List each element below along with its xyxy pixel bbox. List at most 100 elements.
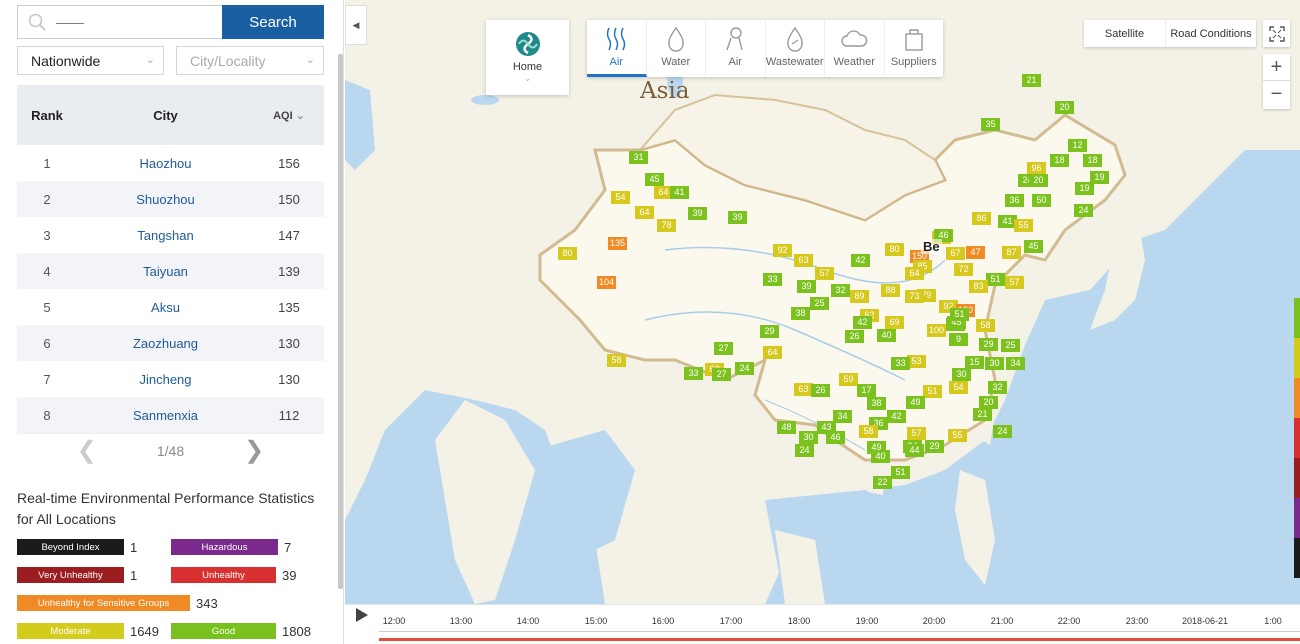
table-row[interactable]: 6 Zaozhuang 130 — [17, 325, 324, 361]
aqi-marker[interactable]: 135 — [608, 237, 628, 250]
aqi-marker[interactable]: 57 — [1005, 276, 1024, 289]
aqi-marker[interactable]: 42 — [887, 410, 906, 423]
tab-weather[interactable]: Weather — [825, 20, 885, 77]
satellite-button[interactable]: Satellite — [1084, 20, 1166, 47]
aqi-marker[interactable]: 46 — [826, 431, 845, 444]
aqi-marker[interactable]: 29 — [925, 440, 944, 453]
aqi-marker[interactable]: 36 — [1005, 194, 1024, 207]
city-link[interactable]: Aksu — [77, 300, 254, 315]
fullscreen-button[interactable] — [1263, 20, 1290, 47]
aqi-marker[interactable]: 87 — [1002, 246, 1021, 259]
aqi-marker[interactable]: 64 — [635, 206, 654, 219]
aqi-marker[interactable]: 86 — [972, 212, 991, 225]
aqi-marker[interactable]: 58 — [976, 319, 995, 332]
aqi-marker[interactable]: 83 — [969, 280, 988, 293]
sidebar-scrollbar[interactable] — [338, 54, 343, 589]
aqi-marker[interactable]: 39 — [688, 207, 707, 220]
aqi-marker[interactable]: 35 — [981, 118, 1000, 131]
aqi-marker[interactable]: 48 — [777, 421, 796, 434]
aqi-marker[interactable]: 18 — [1050, 154, 1069, 167]
aqi-marker[interactable]: 30 — [799, 431, 818, 444]
aqi-marker[interactable]: 38 — [791, 307, 810, 320]
aqi-marker[interactable]: 24 — [993, 425, 1012, 438]
table-row[interactable]: 7 Jincheng 130 — [17, 361, 324, 397]
home-button[interactable]: Home ⌄ — [486, 20, 569, 95]
aqi-marker[interactable]: 104 — [597, 276, 617, 289]
aqi-marker[interactable]: 47 — [966, 246, 985, 259]
aqi-marker[interactable]: 51 — [891, 466, 910, 479]
aqi-marker[interactable]: 25 — [1001, 339, 1020, 352]
aqi-marker[interactable]: 58 — [859, 425, 878, 438]
aqi-marker[interactable]: 39 — [728, 211, 747, 224]
aqi-marker[interactable]: 44 — [905, 444, 924, 457]
aqi-marker[interactable]: 21 — [973, 408, 992, 421]
aqi-marker[interactable]: 30 — [952, 368, 971, 381]
aqi-marker[interactable]: 20 — [1029, 174, 1048, 187]
aqi-marker[interactable]: 45 — [1024, 240, 1043, 253]
road-conditions-button[interactable]: Road Conditions — [1166, 20, 1256, 47]
zoom-in-button[interactable]: + — [1263, 54, 1290, 81]
aqi-marker[interactable]: 73 — [905, 290, 924, 303]
next-page-icon[interactable]: ❯ — [244, 436, 264, 465]
aqi-marker[interactable]: 72 — [954, 263, 973, 276]
table-row[interactable]: 2 Shuozhou 150 — [17, 181, 324, 217]
aqi-marker[interactable]: 100 — [927, 324, 947, 337]
aqi-marker[interactable]: 21 — [1022, 74, 1041, 87]
region-select[interactable]: Nationwide ⌄ — [17, 46, 164, 75]
aqi-marker[interactable]: 33 — [684, 367, 703, 380]
aqi-marker[interactable]: 32 — [831, 284, 850, 297]
aqi-marker[interactable]: 89 — [850, 290, 869, 303]
tab-wastewater[interactable]: Wastewater — [766, 20, 825, 77]
aqi-marker[interactable]: 58 — [607, 354, 626, 367]
aqi-marker[interactable]: 29 — [979, 338, 998, 351]
table-row[interactable]: 5 Aksu 135 — [17, 289, 324, 325]
aqi-marker[interactable]: 22 — [873, 476, 892, 489]
search-input[interactable] — [56, 14, 186, 30]
aqi-marker[interactable]: 64 — [905, 267, 924, 280]
aqi-marker[interactable]: 24 — [735, 362, 754, 375]
timeline-progress[interactable] — [379, 638, 1300, 641]
table-row[interactable]: 1 Haozhou 156 — [17, 145, 324, 181]
search-field[interactable] — [17, 5, 222, 39]
aqi-marker[interactable]: 51 — [923, 385, 942, 398]
aqi-marker[interactable]: 57 — [907, 427, 926, 440]
aqi-marker[interactable]: 45 — [645, 173, 664, 186]
table-row[interactable]: 3 Tangshan 147 — [17, 217, 324, 253]
aqi-sort-header[interactable]: AQI ⌄ — [254, 109, 324, 122]
aqi-marker[interactable]: 27 — [712, 368, 731, 381]
aqi-marker[interactable]: 34 — [1006, 357, 1025, 370]
aqi-marker[interactable]: 55 — [1014, 219, 1033, 232]
aqi-marker[interactable]: 33 — [891, 357, 910, 370]
aqi-marker[interactable]: 92 — [773, 244, 792, 257]
aqi-marker[interactable]: 42 — [851, 254, 870, 267]
aqi-marker[interactable]: 9 — [949, 333, 968, 346]
table-row[interactable]: 4 Taiyuan 139 — [17, 253, 324, 289]
aqi-marker[interactable]: 41 — [670, 186, 689, 199]
aqi-marker[interactable]: 24 — [1074, 204, 1093, 217]
aqi-marker[interactable]: 57 — [815, 267, 834, 280]
aqi-marker[interactable]: 26 — [811, 384, 830, 397]
aqi-marker[interactable]: 18 — [1083, 154, 1102, 167]
collapse-sidebar-button[interactable]: ◀ — [345, 5, 367, 45]
aqi-marker[interactable]: 55 — [948, 429, 967, 442]
aqi-marker[interactable]: 49 — [906, 396, 925, 409]
aqi-marker[interactable]: 54 — [949, 381, 968, 394]
aqi-marker[interactable]: 19 — [1075, 182, 1094, 195]
aqi-marker[interactable]: 50 — [1032, 194, 1051, 207]
aqi-marker[interactable]: 42 — [853, 316, 872, 329]
prev-page-icon[interactable]: ❮ — [77, 436, 97, 465]
tab-water[interactable]: Water — [647, 20, 706, 77]
city-link[interactable]: Haozhou — [77, 156, 254, 171]
aqi-marker[interactable]: 64 — [763, 346, 782, 359]
aqi-marker[interactable]: 26 — [845, 330, 864, 343]
aqi-marker[interactable]: 20 — [1055, 101, 1074, 114]
aqi-marker[interactable]: 31 — [629, 151, 648, 164]
tab-air-source[interactable]: Air — [706, 20, 766, 77]
aqi-marker[interactable]: 63 — [794, 254, 813, 267]
city-link[interactable]: Jincheng — [77, 372, 254, 387]
aqi-marker[interactable]: 25 — [810, 297, 829, 310]
aqi-marker[interactable]: 80 — [885, 243, 904, 256]
aqi-marker[interactable]: 40 — [877, 329, 896, 342]
aqi-marker[interactable]: 27 — [714, 342, 733, 355]
table-row[interactable]: 8 Sanmenxia 112 — [17, 397, 324, 433]
